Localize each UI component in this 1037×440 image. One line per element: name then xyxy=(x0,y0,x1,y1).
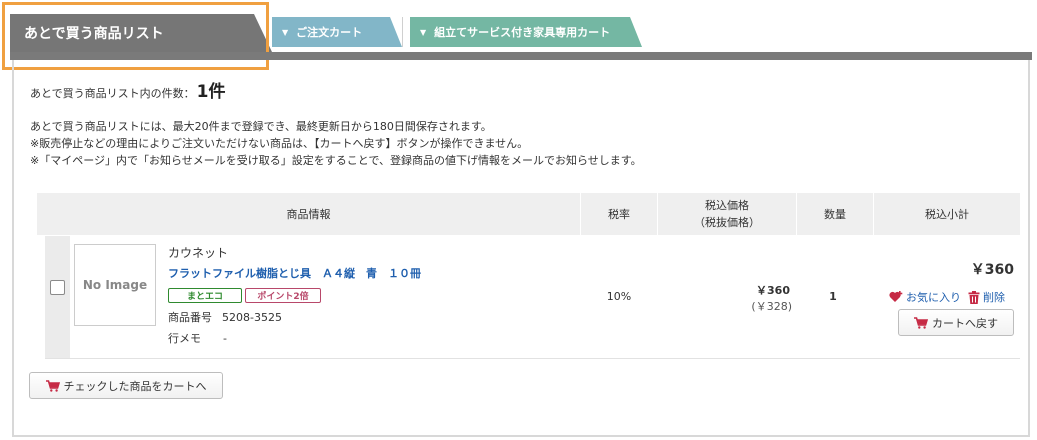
badge-matoeco: まとエコ xyxy=(168,288,242,303)
tab-order-cart[interactable]: ▼ ご注文カート xyxy=(272,17,402,47)
line-memo-value: - xyxy=(223,332,227,345)
item-tax-rate: 10% xyxy=(606,290,632,303)
tab-furniture-cart[interactable]: ▼ 組立てサービス付き家具専用カート xyxy=(410,17,642,47)
caret-down-icon: ▼ xyxy=(282,27,289,37)
product-number-value: 5208-3525 xyxy=(222,311,282,324)
add-checked-to-cart-label: チェックした商品をカートへ xyxy=(63,379,207,393)
cart-icon xyxy=(45,379,60,392)
heart-plus-icon xyxy=(889,291,903,302)
product-name-link[interactable]: フラットファイル樹脂とじ具 Ａ４縦 青 １０冊 xyxy=(168,265,421,281)
line-memo-label: 行メモ xyxy=(168,332,201,345)
item-count-value: 1件 xyxy=(196,82,226,102)
trash-icon xyxy=(968,290,980,304)
product-maker: カウネット xyxy=(168,246,229,260)
tab-save-for-later[interactable]: あとで買う商品リスト xyxy=(10,14,272,52)
header-price: 税込価格 （税抜価格） xyxy=(658,193,796,235)
delete-label: 削除 xyxy=(983,291,1005,304)
line-memo: 行メモ - xyxy=(168,330,227,346)
caret-down-icon: ▼ xyxy=(420,27,427,37)
row-select-column xyxy=(45,236,70,358)
item-count-label: あとで買う商品リスト内の件数： xyxy=(30,87,195,100)
add-favorite-link[interactable]: お気に入り xyxy=(889,289,961,305)
header-price-line2: （税抜価格） xyxy=(694,216,760,229)
back-to-cart-label: カートへ戻す xyxy=(932,316,998,330)
badge-point-double: ポイント2倍 xyxy=(245,288,321,303)
notice-mail: ※「マイページ」内で「お知らせメールを受け取る」設定をすることで、登録商品の値下… xyxy=(30,154,642,167)
item-price: ￥360 xyxy=(756,284,790,297)
tab-save-for-later-label: あとで買う商品リスト xyxy=(24,26,164,42)
item-count: あとで買う商品リスト内の件数： 1件 xyxy=(30,77,226,102)
product-image-placeholder[interactable]: No Image xyxy=(74,244,156,326)
notice-unavailable: ※販売停止などの理由によりご注文いただけない商品は、【カートへ戻す】ボタンが操作… xyxy=(30,137,529,150)
header-subtotal: 税込小計 xyxy=(925,207,969,221)
table-header: 商品情報 税率 税込価格 （税抜価格） 数量 税込小計 xyxy=(37,193,1020,235)
back-to-cart-button[interactable]: カートへ戻す xyxy=(898,309,1014,336)
item-price-ex-tax: (￥328) xyxy=(751,300,792,313)
tab-divider xyxy=(402,17,403,47)
notice-storage: あとで買う商品リストには、最大20件まで登録でき、最終更新日から180日間保存さ… xyxy=(30,120,492,133)
add-checked-to-cart-button[interactable]: チェックした商品をカートへ xyxy=(29,372,223,399)
item-checkbox[interactable] xyxy=(50,280,65,295)
cart-icon xyxy=(914,316,928,329)
item-subtotal: ￥360 xyxy=(970,262,1014,278)
header-price-line1: 税込価格 xyxy=(705,199,749,212)
tab-underline xyxy=(10,52,1032,60)
product-number-label: 商品番号 xyxy=(168,311,212,324)
header-quantity: 数量 xyxy=(824,207,846,221)
row-divider xyxy=(45,358,1020,359)
header-tax-rate: 税率 xyxy=(608,207,630,221)
header-product-info: 商品情報 xyxy=(286,207,331,221)
tab-furniture-cart-label: 組立てサービス付き家具専用カート xyxy=(434,26,611,39)
item-quantity: 1 xyxy=(829,290,837,303)
product-number: 商品番号 5208-3525 xyxy=(168,309,282,325)
delete-link[interactable]: 削除 xyxy=(968,289,1005,305)
add-favorite-label: お気に入り xyxy=(906,291,961,304)
tab-order-cart-label: ご注文カート xyxy=(296,26,363,39)
